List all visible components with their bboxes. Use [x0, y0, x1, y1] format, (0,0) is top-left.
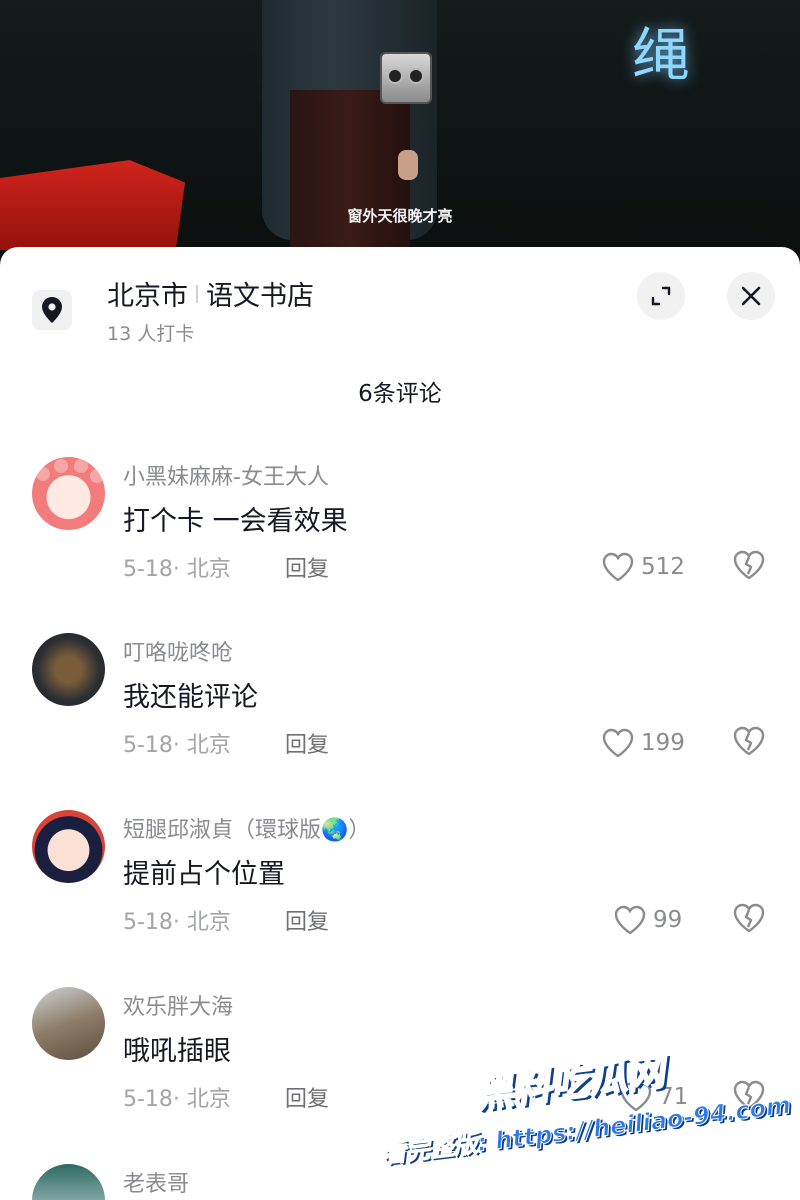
comment-count-title: 6条评论	[358, 381, 442, 407]
like-count: 199	[641, 730, 685, 756]
comment-text: 提前占个位置	[123, 859, 285, 890]
comment-text: 哦吼插眼	[123, 1036, 231, 1067]
comment-date-location: 5-18· 北京	[123, 557, 231, 582]
comment-author[interactable]: 老表哥	[123, 1166, 189, 1198]
expand-icon	[651, 286, 671, 306]
comment-text: 打个卡 一会看效果	[123, 506, 348, 537]
comment-text: 我还能评论	[123, 682, 258, 713]
video-player[interactable]: 绳 窗外天很晚才亮	[0, 0, 800, 270]
camera-lens	[408, 68, 424, 84]
location-city: 北京市	[107, 281, 188, 312]
video-person-hand	[398, 150, 418, 180]
avatar-flower	[90, 469, 104, 483]
close-button[interactable]	[727, 272, 775, 320]
video-title-glyph: 绳	[631, 21, 690, 89]
dislike-button[interactable]	[732, 725, 766, 761]
comment-date-location: 5-18· 北京	[123, 910, 231, 935]
broken-heart-icon	[733, 726, 765, 756]
comment-date-location: 5-18· 北京	[123, 1087, 231, 1112]
broken-heart-icon	[733, 903, 765, 933]
comment-author[interactable]: 小黑妹麻麻-女王大人	[123, 459, 329, 491]
dislike-button[interactable]	[732, 902, 766, 938]
comment-item[interactable]: 短腿邱淑貞（環球版🌏） 提前占个位置 5-18· 北京 回复 99	[0, 810, 800, 980]
location-title[interactable]: 北京市 语文书店	[107, 274, 314, 313]
checkin-count: 13 人打卡	[107, 323, 195, 345]
expand-button[interactable]	[637, 272, 685, 320]
location-place: 语文书店	[206, 281, 314, 312]
comment-date-location: 5-18· 北京	[123, 733, 231, 758]
avatar[interactable]	[32, 987, 105, 1060]
like-count: 99	[653, 907, 683, 933]
video-person-legs	[290, 90, 410, 260]
close-icon	[741, 286, 761, 306]
avatar-flower	[54, 459, 68, 473]
heart-icon	[602, 552, 634, 582]
avatar[interactable]	[32, 633, 105, 706]
location-pin-icon	[32, 290, 72, 330]
broken-heart-icon	[733, 550, 765, 580]
like-count: 512	[641, 554, 685, 580]
like-button[interactable]: 512	[601, 551, 685, 583]
reply-button[interactable]: 回复	[285, 904, 329, 936]
comment-item[interactable]: 小黑妹麻麻-女王大人 打个卡 一会看效果 5-18· 北京 回复 512	[0, 457, 800, 627]
reply-button[interactable]: 回复	[285, 551, 329, 583]
avatar[interactable]	[32, 1164, 105, 1200]
avatar[interactable]	[32, 457, 105, 530]
dislike-button[interactable]	[732, 549, 766, 585]
like-button[interactable]: 199	[601, 727, 685, 759]
location-divider	[196, 285, 198, 303]
avatar-flower	[74, 459, 88, 473]
reply-button[interactable]: 回复	[285, 727, 329, 759]
video-subtitle: 窗外天很晚才亮	[347, 207, 453, 225]
heart-icon	[602, 728, 634, 758]
avatar[interactable]	[32, 810, 105, 883]
avatar-flower	[36, 467, 50, 481]
camera-prop	[380, 52, 432, 104]
comment-author[interactable]: 短腿邱淑貞（環球版🌏）	[123, 812, 370, 844]
heart-icon	[614, 905, 646, 935]
comment-item[interactable]: 叮咯咙咚呛 我还能评论 5-18· 北京 回复 199	[0, 633, 800, 803]
camera-lens	[387, 68, 403, 84]
reply-button[interactable]: 回复	[285, 1081, 329, 1113]
like-button[interactable]: 99	[613, 904, 682, 936]
comment-author[interactable]: 叮咯咙咚呛	[123, 635, 233, 667]
comment-author[interactable]: 欢乐胖大海	[123, 989, 233, 1021]
